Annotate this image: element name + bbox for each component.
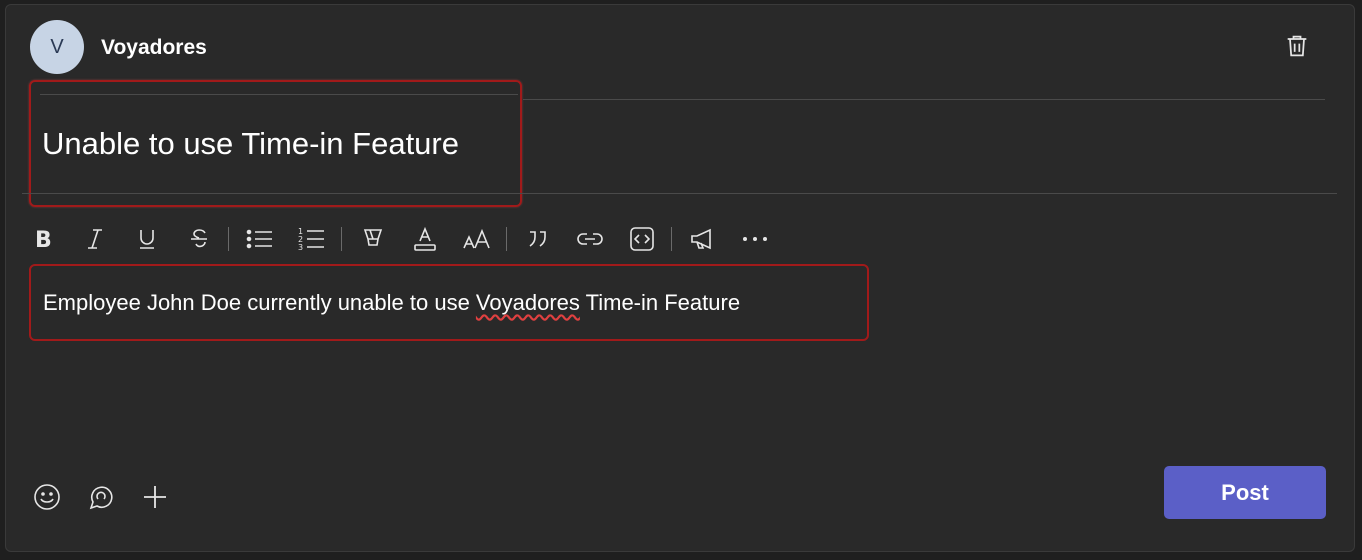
svg-text:3: 3 <box>298 243 303 252</box>
avatar: V <box>30 20 84 74</box>
subject-input[interactable]: Unable to use Time-in Feature <box>42 126 459 162</box>
emoji-icon <box>34 484 60 510</box>
message-text-start: Employee John Doe currently unable to us… <box>43 290 476 315</box>
italic-icon <box>88 229 102 249</box>
highlight-button[interactable] <box>354 220 392 258</box>
link-button[interactable] <box>571 220 609 258</box>
avatar-initial: V <box>50 35 64 58</box>
delete-button[interactable] <box>1281 30 1313 62</box>
add-button[interactable] <box>136 478 174 516</box>
subject-divider <box>22 193 1337 194</box>
toolbar-separator <box>671 227 672 251</box>
svg-text:B: B <box>35 228 52 251</box>
quote-button[interactable] <box>519 220 557 258</box>
message-input[interactable]: Employee John Doe currently unable to us… <box>43 290 740 316</box>
font-size-icon <box>463 228 490 249</box>
highlight-icon <box>363 229 383 246</box>
loop-icon <box>89 486 113 510</box>
italic-button[interactable] <box>76 220 114 258</box>
code-snippet-button[interactable] <box>623 220 661 258</box>
loop-button[interactable] <box>82 478 120 516</box>
strikethrough-icon <box>191 229 207 248</box>
bulleted-list-icon <box>246 229 272 249</box>
toolbar-separator <box>341 227 342 251</box>
announcement-icon <box>691 228 711 250</box>
toolbar-separator <box>506 227 507 251</box>
quote-icon <box>529 231 546 247</box>
more-options-button[interactable] <box>736 220 774 258</box>
toolbar-separator <box>228 227 229 251</box>
announcement-button[interactable] <box>684 220 722 258</box>
strikethrough-button[interactable] <box>180 220 218 258</box>
font-size-button[interactable] <box>458 220 496 258</box>
bold-button[interactable]: B <box>24 220 62 258</box>
header-divider <box>523 99 1325 100</box>
bulleted-list-button[interactable] <box>241 220 279 258</box>
link-icon <box>577 233 603 245</box>
underline-button[interactable] <box>128 220 166 258</box>
format-toolbar: B 123 <box>24 220 774 258</box>
font-color-icon <box>414 226 436 251</box>
numbered-list-button[interactable]: 123 <box>293 220 331 258</box>
message-text-end: Time-in Feature <box>579 290 741 315</box>
misspelled-word[interactable]: Voyadores <box>476 290 580 315</box>
team-name: Voyadores <box>101 36 207 59</box>
underline-icon <box>140 230 154 249</box>
emoji-button[interactable] <box>28 478 66 516</box>
trash-icon <box>1287 35 1307 57</box>
add-icon <box>144 486 166 508</box>
more-options-icon <box>743 237 767 241</box>
compose-actions <box>28 478 190 516</box>
numbered-list-icon: 123 <box>298 227 324 252</box>
font-color-button[interactable] <box>406 220 444 258</box>
post-button[interactable]: Post <box>1164 466 1326 519</box>
code-snippet-icon <box>630 227 654 251</box>
bold-icon: B <box>35 228 52 251</box>
